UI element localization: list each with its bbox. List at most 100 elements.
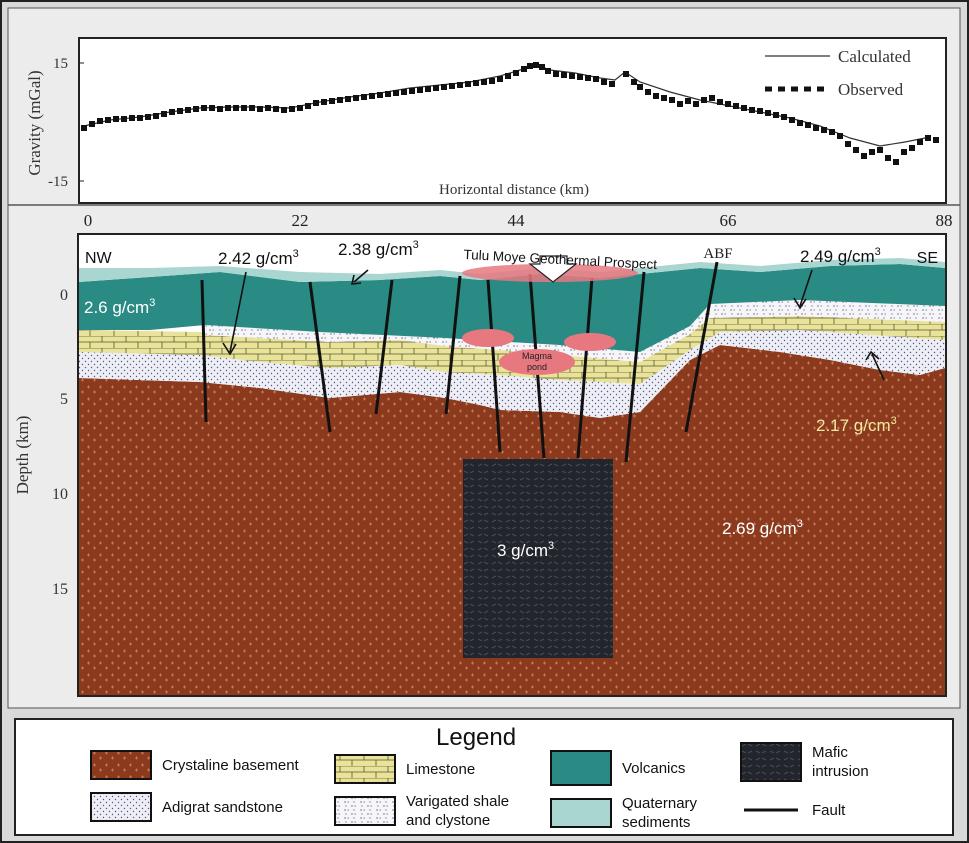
shale-swatch	[334, 796, 396, 826]
observed-point	[773, 112, 779, 118]
observed-point	[789, 117, 795, 123]
gravity-plot-area	[78, 37, 947, 204]
legend-label-fault: Fault	[812, 801, 846, 819]
observed-point	[821, 127, 827, 133]
legend-item-limestone: Limestone	[334, 754, 475, 784]
observed-point	[201, 105, 207, 111]
legend-label-quaternary: Quaternary sediments	[622, 795, 698, 831]
observed-point	[145, 114, 151, 120]
observed-legend-label: Observed	[838, 80, 904, 99]
observed-point	[105, 117, 111, 123]
observed-point	[185, 107, 191, 113]
observed-point	[545, 68, 551, 74]
limestone-density-label: 2.42 g/cm3	[218, 248, 299, 268]
distance-tick-88: 88	[936, 211, 953, 230]
observed-point	[677, 101, 683, 107]
observed-point	[97, 118, 103, 124]
depth-axis-label: Depth (km)	[13, 416, 32, 495]
observed-point	[585, 75, 591, 81]
observed-point	[669, 97, 675, 103]
observed-point	[153, 113, 159, 119]
volcanics-density-label: 2.6 g/cm3	[84, 297, 155, 317]
observed-point	[709, 95, 715, 101]
observed-point	[805, 122, 811, 128]
observed-point	[473, 80, 479, 86]
observed-point	[593, 76, 599, 82]
observed-point	[885, 155, 891, 161]
observed-point	[441, 84, 447, 90]
observed-point	[717, 99, 723, 105]
quaternary-swatch	[550, 798, 612, 828]
observed-point	[577, 74, 583, 80]
observed-point	[553, 71, 559, 77]
observed-point	[345, 96, 351, 102]
observed-point	[313, 100, 319, 106]
observed-point	[693, 101, 699, 107]
observed-point	[393, 90, 399, 96]
observed-point	[265, 105, 271, 111]
observed-point	[917, 139, 923, 145]
observed-point	[377, 92, 383, 98]
observed-point	[533, 62, 539, 68]
legend-label-sandstone: Adigrat sandstone	[162, 798, 283, 816]
observed-point	[631, 79, 637, 85]
observed-point	[457, 82, 463, 88]
observed-point	[369, 93, 375, 99]
depth-tick-0: 0	[60, 287, 68, 304]
observed-point	[177, 108, 183, 114]
observed-point	[813, 125, 819, 131]
distance-tick-66: 66	[720, 211, 737, 230]
observed-point	[497, 76, 503, 82]
observed-point	[653, 93, 659, 99]
observed-point	[765, 110, 771, 116]
magma-body-left	[462, 329, 514, 347]
observed-point	[561, 72, 567, 78]
magma-body-right	[564, 333, 616, 351]
observed-point	[209, 105, 215, 111]
distance-tick-44: 44	[508, 211, 526, 230]
observed-point	[909, 145, 915, 151]
observed-point	[81, 125, 87, 131]
shale-density-label: 2.49 g/cm3	[800, 246, 881, 266]
legend-item-intrusion: Mafic intrusion	[740, 742, 902, 782]
observed-point	[169, 109, 175, 115]
distance-axis-label: Horizontal distance (km)	[439, 182, 589, 198]
observed-point	[481, 79, 487, 85]
sandstone-density-label: 2.17 g/cm3	[816, 415, 897, 435]
observed-point	[741, 105, 747, 111]
observed-point	[901, 149, 907, 155]
legend-panel: Legend Crystaline basement Adigrat sands…	[14, 718, 954, 836]
observed-point	[623, 71, 629, 77]
observed-point	[527, 63, 533, 69]
distance-tick-22: 22	[292, 211, 309, 230]
observed-point	[933, 137, 939, 143]
observed-point	[797, 120, 803, 126]
observed-point	[385, 91, 391, 97]
depth-tick-5: 5	[60, 391, 68, 408]
sandstone-swatch	[90, 792, 152, 822]
observed-point	[757, 108, 763, 114]
legend-item-fault: Fault	[740, 800, 845, 820]
observed-point	[869, 149, 875, 155]
quaternary-density-label: 2.38 g/cm3	[338, 239, 419, 259]
observed-point	[257, 106, 263, 112]
observed-point	[749, 107, 755, 113]
legend-label-basement: Crystaline basement	[162, 756, 299, 774]
geological-section: Magma pond Tulu Moye Geothermal Prospect…	[13, 233, 947, 697]
observed-point	[289, 106, 295, 112]
gravity-model-figure: Gravity (mGal) 15 -15 Horizontal distanc…	[0, 0, 969, 843]
observed-point	[725, 101, 731, 107]
observed-point	[465, 81, 471, 87]
observed-point	[217, 106, 223, 112]
observed-point	[645, 89, 651, 95]
intrusion-swatch	[740, 742, 802, 782]
observed-point	[337, 97, 343, 103]
legend-item-sandstone: Adigrat sandstone	[90, 792, 283, 822]
observed-point	[417, 87, 423, 93]
legend-label-volcanics: Volcanics	[622, 759, 686, 777]
limestone-swatch	[334, 754, 396, 784]
observed-point	[113, 116, 119, 122]
legend-item-basement: Crystaline basement	[90, 750, 299, 780]
observed-point	[233, 105, 239, 111]
observed-point	[733, 103, 739, 109]
